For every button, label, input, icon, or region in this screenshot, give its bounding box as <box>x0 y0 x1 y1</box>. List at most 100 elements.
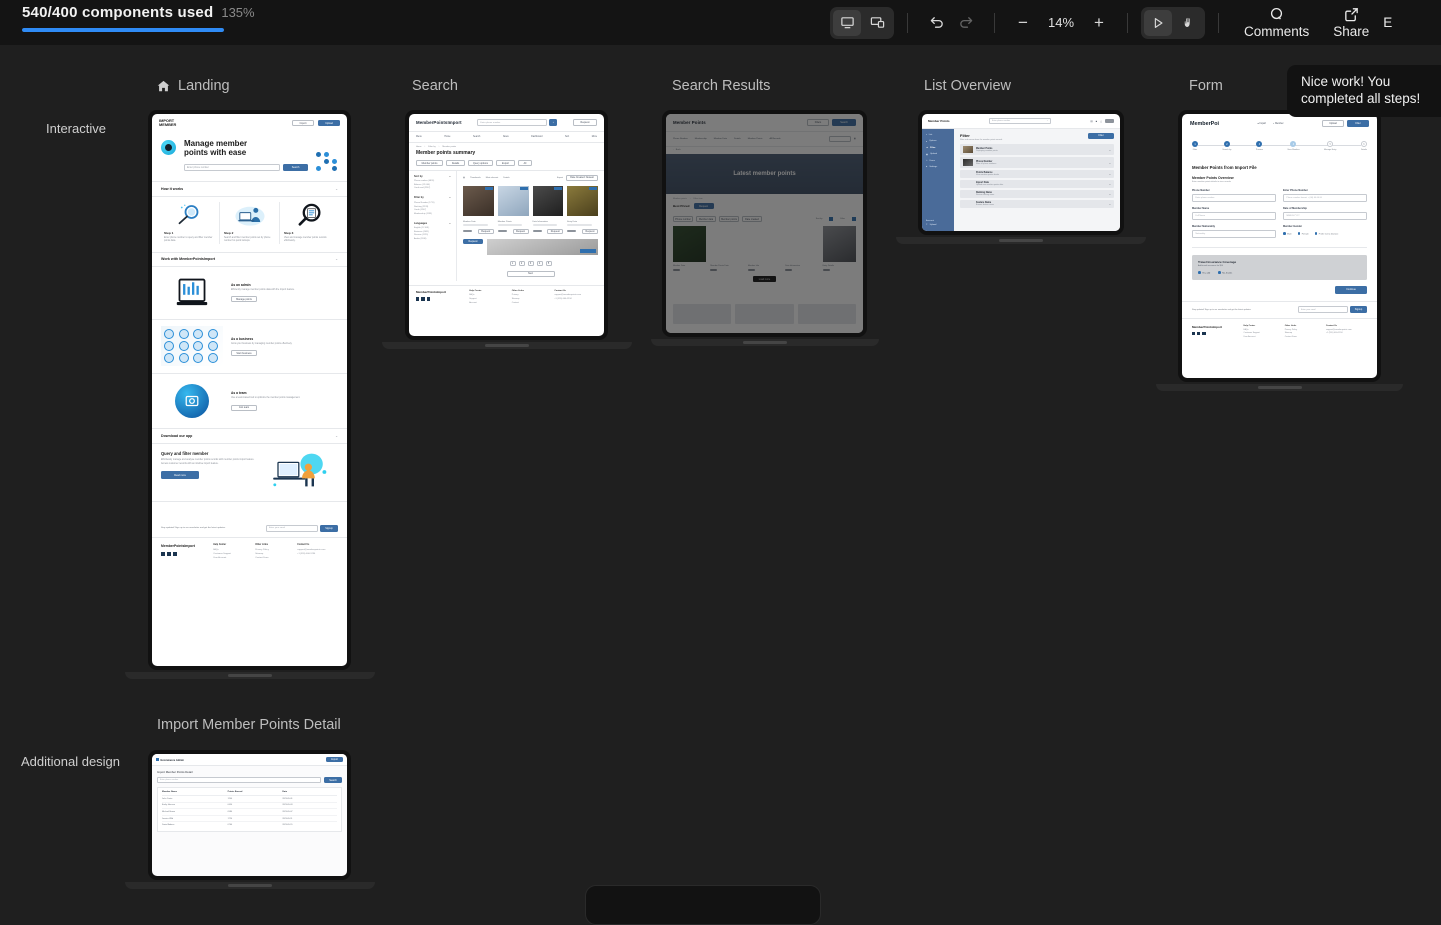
chevron-down-icon[interactable]: ⌄ <box>449 175 451 178</box>
zoom-out-button[interactable]: − <box>1008 8 1038 38</box>
list-overview-page[interactable]: Member Points Enter phone number⌕ ▤ ■ △ <box>922 114 1120 231</box>
search-icon[interactable]: ⌕ <box>1047 120 1048 122</box>
landing-card-button[interactable]: Join team <box>231 404 257 411</box>
search-chips[interactable]: Member points Details Query options Expo… <box>409 156 604 170</box>
results-filter-bar[interactable]: Phone number Member data Member points D… <box>666 212 863 226</box>
result-thumbnail[interactable] <box>532 185 564 216</box>
sidebar-footer-upload[interactable]: ↥ Upload <box>926 224 950 226</box>
table-row[interactable]: Emily Johnson 0450 2023-05-03 <box>162 803 337 810</box>
bell-icon[interactable]: △ <box>1100 120 1102 123</box>
form-nav-member[interactable]: ◗ Member <box>1273 123 1283 125</box>
detail-search-button[interactable]: Search <box>324 777 342 783</box>
form-input-member-nationality[interactable]: Nationality <box>1192 230 1276 238</box>
filter-icon[interactable] <box>852 217 856 222</box>
search-input[interactable]: Enter phone number <box>477 119 548 126</box>
search-facets[interactable]: Sort by ⌄ Phone number (4891) Balance (12… <box>409 170 457 281</box>
landing-newsletter-button[interactable]: Signup <box>320 524 338 532</box>
chevron-down-icon[interactable]: ⌄ <box>449 196 451 199</box>
play-icon[interactable] <box>1144 9 1172 36</box>
radio-male[interactable]: Male <box>1283 232 1292 236</box>
chevron-down-icon[interactable]: ⌄ <box>335 187 338 191</box>
detail-page[interactable]: Ecommerce Admin Import Import Member Poi… <box>152 754 347 876</box>
twitter-icon[interactable] <box>421 297 425 301</box>
list-filter-button[interactable]: Filter <box>1088 132 1114 139</box>
results-load-more-button[interactable]: Load more <box>752 275 777 283</box>
frame-title-search-results[interactable]: Search Results <box>672 78 770 94</box>
search-request-button[interactable]: Request <box>573 119 597 126</box>
search-apply-button[interactable]: Request <box>463 238 483 244</box>
landing-hero-search-input[interactable]: Enter phone number <box>184 163 280 171</box>
redo-icon[interactable] <box>951 8 981 38</box>
form-input-member-name[interactable]: Full Name <box>1192 212 1276 220</box>
search-sort-select[interactable]: Date Created: Newest <box>566 174 598 181</box>
form-newsletter-button[interactable]: Signup <box>1350 306 1367 314</box>
instagram-icon[interactable] <box>1202 331 1206 336</box>
grid-icon[interactable]: ▤ <box>1090 120 1092 123</box>
landing-hero-search-button[interactable]: Search <box>283 163 308 171</box>
radio-insurance-yes[interactable]: Yes, add <box>1198 271 1210 275</box>
search-navbar[interactable]: Menu Home Search News Dashboard Sort Mor… <box>409 132 604 142</box>
results-back-link[interactable]: ← Back <box>666 146 863 154</box>
bottom-floating-panel[interactable] <box>585 885 821 925</box>
sidebar-item-options[interactable]: ▴ Options <box>926 140 950 143</box>
instagram-icon[interactable] <box>426 297 431 301</box>
expand-icon[interactable]: ⌐ <box>1109 172 1111 176</box>
table-row[interactable]: Jessica Wild 1720 2023-05-11 <box>162 816 337 823</box>
landing-card-button[interactable]: Start business <box>231 350 257 357</box>
square-icon[interactable]: ■ <box>1096 120 1097 123</box>
linkedin-icon[interactable] <box>416 297 420 301</box>
form-upload-button[interactable]: Upload <box>1321 120 1344 127</box>
sidebar-item-users[interactable]: ⌂ Users <box>926 160 950 162</box>
list-search-input[interactable]: Enter phone number ⌕ <box>988 118 1051 124</box>
chevron-down-icon[interactable]: ⌄ <box>449 222 451 225</box>
form-input-date-of-membership[interactable]: MM/DD/YYYY <box>1283 212 1367 220</box>
twitter-icon[interactable] <box>167 552 171 557</box>
detail-search-input[interactable]: Enter phone number <box>157 777 321 783</box>
landing-page[interactable]: IMPORT MEMBER Import Upload Manage membe… <box>152 114 347 666</box>
frame-list-overview[interactable]: Member Points Enter phone number⌕ ▤ ■ △ <box>896 110 1146 244</box>
onboarding-tooltip[interactable]: Nice work! You completed all steps! <box>1287 65 1441 117</box>
result-card-image[interactable] <box>822 226 857 263</box>
expand-icon[interactable]: ⌐ <box>1109 192 1111 196</box>
chevron-down-icon[interactable]: ⌄ <box>335 257 338 261</box>
sort-icon[interactable] <box>829 217 834 222</box>
list-item[interactable]: Member Points Displaying member points ⌐ <box>960 144 1114 156</box>
table-row[interactable]: John Carter 1200 2023-05-01 <box>162 796 337 803</box>
desktop-icon[interactable] <box>833 9 861 36</box>
form-newsletter-input[interactable]: Enter your email <box>1298 306 1348 314</box>
form-step[interactable]: 1 Filter <box>1192 141 1198 151</box>
form-page[interactable]: MemberPoi ● Import ◗ Member Upload Filte… <box>1182 114 1377 378</box>
results-filter-select[interactable] <box>828 135 851 142</box>
hand-icon[interactable] <box>1174 10 1202 36</box>
results-navbar[interactable]: Phone Number Membership Member Data Deta… <box>666 132 863 146</box>
search-icon[interactable]: ⌕ <box>549 119 558 126</box>
form-input-enter-phone-number[interactable]: Phone number format: + (00) 00 00 00 <box>1283 194 1367 202</box>
list-item[interactable]: Import Data Upload new member points dat… <box>960 180 1114 189</box>
table-row[interactable]: Daniel Adams 0760 2023-05-15 <box>162 822 337 828</box>
result-thumbnail[interactable] <box>463 185 494 216</box>
linkedin-icon[interactable] <box>1192 331 1196 336</box>
radio-insurance-no[interactable]: No, thanks <box>1218 271 1232 275</box>
twitter-icon[interactable] <box>1197 331 1201 336</box>
sidebar-item-settings[interactable]: ● Settings <box>926 166 950 168</box>
grid-view-icon[interactable]: ▦ <box>463 177 465 179</box>
search-pagination[interactable]: 1 2 3 4 5 <box>463 260 598 266</box>
table-row[interactable]: Michael Brown 0980 2023-05-07 <box>162 809 337 816</box>
sidebar-item-list[interactable]: ▪ List <box>926 134 950 136</box>
landing-newsletter-input[interactable]: Enter your email <box>266 524 318 532</box>
search-page[interactable]: MemberPointsImport Enter phone number ⌕ … <box>409 114 604 336</box>
frame-detail[interactable]: Ecommerce Admin Import Import Member Poi… <box>125 750 375 889</box>
frame-search-results[interactable]: Member Points Filters Search Phone Numbe… <box>651 110 879 346</box>
export-button-cutoff[interactable]: E <box>1381 15 1394 30</box>
detail-import-button[interactable]: Import <box>326 757 343 762</box>
form-step[interactable]: 6 Details <box>1361 141 1367 151</box>
share-button[interactable]: Share <box>1321 6 1381 39</box>
result-thumbnail[interactable] <box>567 185 598 216</box>
landing-card-button[interactable]: Manage points <box>231 296 257 303</box>
frame-form[interactable]: MemberPoi ● Import ◗ Member Upload Filte… <box>1156 110 1403 391</box>
result-thumbnail-wide[interactable] <box>487 238 598 255</box>
list-item[interactable]: Ranking Name Review ranking views ⌐ <box>960 190 1114 199</box>
landing-upload-button[interactable]: Upload <box>318 120 340 127</box>
form-filter-button[interactable]: Filter <box>1346 120 1369 127</box>
list-item[interactable]: Feature Name Browse feature views ⌐ <box>960 200 1114 209</box>
